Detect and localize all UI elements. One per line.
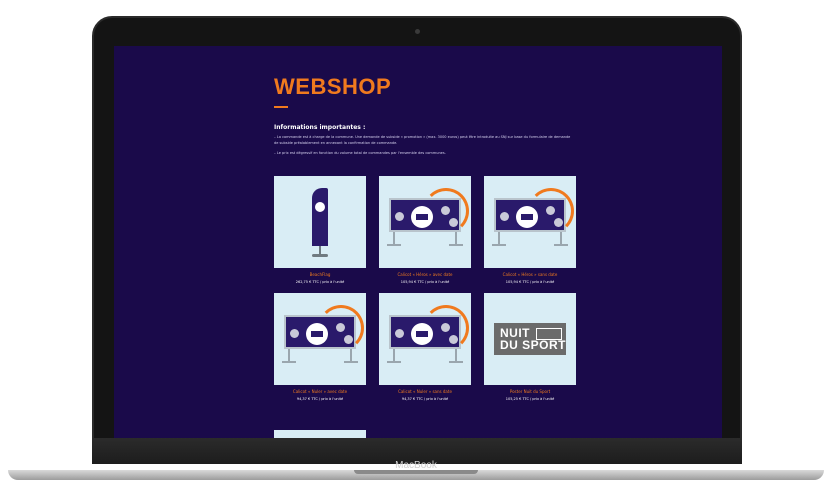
product-price: 105,25 € TTC / prix à l'unité	[505, 397, 555, 401]
banner-badge	[516, 206, 538, 228]
banner-badge	[411, 323, 433, 345]
product-grid: BeachFlag 262,75 € TTC / prix à l'unité …	[274, 176, 576, 401]
product-card[interactable]: Calicot « Nuler » avec date 94,37 € TTC …	[274, 293, 366, 401]
camera-icon	[415, 29, 420, 34]
poster-outline-box	[536, 328, 562, 340]
product-name[interactable]: Calicot « Héros » avec date	[398, 272, 453, 277]
face-icon	[546, 206, 555, 215]
banner-leg	[455, 232, 457, 244]
product-name[interactable]: Calicot « Nuler » sans date	[398, 389, 452, 394]
banner-foot	[344, 361, 358, 363]
face-icon	[344, 335, 353, 344]
product-name[interactable]: BeachFlag	[310, 272, 331, 277]
face-icon	[441, 206, 450, 215]
product-card[interactable]: Calicot « Héros » avec date 105,94 € TTC…	[379, 176, 471, 284]
product-price: 105,94 € TTC / prix à l'unité	[400, 280, 450, 284]
product-price: 94,37 € TTC / prix à l'unité	[401, 397, 449, 401]
face-icon	[449, 218, 458, 227]
product-card[interactable]: NUIT DU SPORT Poster Nuit du Sport 105,2…	[484, 293, 576, 401]
product-image[interactable]	[484, 176, 576, 268]
product-name[interactable]: Calicot « Nuler » avec date	[293, 389, 347, 394]
poster-line-2: DU SPORT	[500, 338, 567, 352]
product-price: 94,37 € TTC / prix à l'unité	[296, 397, 344, 401]
poster-illustration: NUIT DU SPORT	[494, 323, 566, 355]
product-price: 105,94 € TTC / prix à l'unité	[505, 280, 555, 284]
banner-foot	[387, 244, 401, 246]
product-price: 262,75 € TTC / prix à l'unité	[295, 280, 345, 284]
title-underline	[274, 106, 288, 108]
face-icon	[441, 323, 450, 332]
banner-badge	[411, 206, 433, 228]
banner-leg	[350, 349, 352, 361]
banner-leg	[498, 232, 500, 244]
product-card[interactable]: Calicot « Nuler » sans date 94,37 € TTC …	[379, 293, 471, 401]
banner-leg	[560, 232, 562, 244]
flag-base	[312, 254, 328, 257]
face-icon	[554, 218, 563, 227]
screen: WEBSHOP Informations importantes : – La …	[114, 46, 722, 438]
product-card[interactable]: BeachFlag 262,75 € TTC / prix à l'unité	[274, 176, 366, 284]
product-image[interactable]	[274, 176, 366, 268]
banner-illustration	[389, 305, 469, 351]
banner-leg	[393, 232, 395, 244]
banner-illustration	[389, 188, 469, 234]
banner-leg	[288, 349, 290, 361]
page-header: WEBSHOP Informations importantes : – La …	[274, 74, 574, 162]
product-image[interactable]	[379, 293, 471, 385]
banner-leg	[393, 349, 395, 361]
banner-foot	[492, 244, 506, 246]
face-icon	[336, 323, 345, 332]
info-line-2: – Le prix est dégressif en fonction du v…	[274, 151, 446, 155]
face-icon	[395, 212, 404, 221]
flag-pole	[319, 246, 321, 254]
face-icon	[500, 212, 509, 221]
banner-badge	[306, 323, 328, 345]
face-icon	[290, 329, 299, 338]
banner-illustration	[494, 188, 574, 234]
product-card[interactable]: Calicot « Héros » sans date 105,94 € TTC…	[484, 176, 576, 284]
banner-foot	[554, 244, 568, 246]
product-image[interactable]: NUIT DU SPORT	[484, 293, 576, 385]
banner-illustration	[284, 305, 364, 351]
product-image-partial[interactable]	[274, 430, 366, 438]
product-image[interactable]	[274, 293, 366, 385]
page-title: WEBSHOP	[274, 74, 392, 99]
product-image[interactable]	[379, 176, 471, 268]
banner-foot	[282, 361, 296, 363]
product-name[interactable]: Poster Nuit du Sport	[510, 389, 550, 394]
info-heading: Informations importantes :	[274, 124, 366, 131]
beachflag-illustration	[312, 188, 328, 246]
product-name[interactable]: Calicot « Héros » sans date	[503, 272, 558, 277]
banner-leg	[455, 349, 457, 361]
info-line-1: – La commande est à charge de la commune…	[274, 135, 571, 145]
banner-foot	[449, 361, 463, 363]
face-icon	[449, 335, 458, 344]
banner-foot	[387, 361, 401, 363]
face-icon	[395, 329, 404, 338]
laptop-notch	[354, 470, 478, 474]
banner-foot	[449, 244, 463, 246]
